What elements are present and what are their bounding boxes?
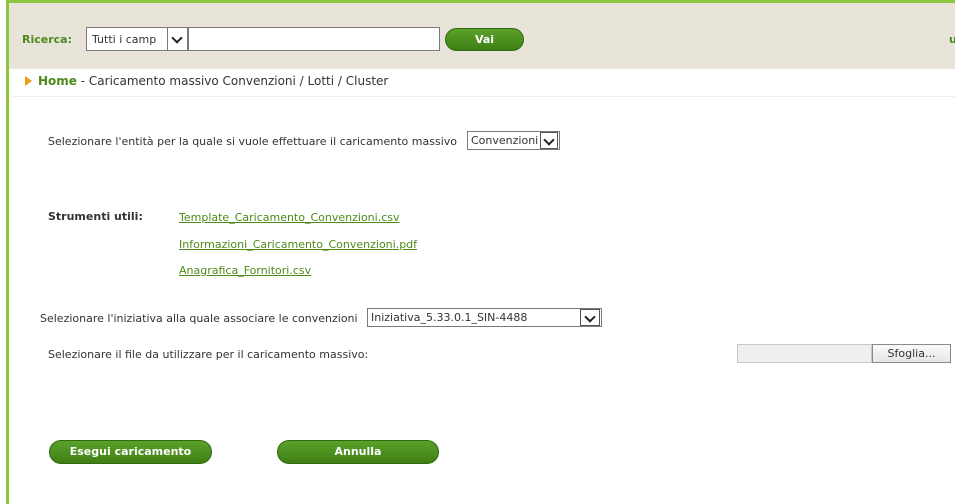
file-path-field[interactable]	[737, 344, 872, 363]
initiative-label: Selezionare l'iniziativa alla quale asso…	[40, 312, 358, 325]
breadcrumb-divider	[12, 96, 955, 97]
search-field-select[interactable]: Tutti i camp	[86, 27, 188, 51]
search-field-select-value: Tutti i camp	[92, 33, 157, 46]
browse-button[interactable]: Sfoglia...	[872, 344, 951, 363]
entity-select-value: Convenzioni	[471, 134, 539, 147]
entity-label: Selezionare l'entità per la quale si vuo…	[48, 135, 457, 148]
template-csv-link[interactable]: Template_Caricamento_Convenzioni.csv	[179, 211, 399, 224]
search-input[interactable]	[188, 27, 440, 51]
execute-upload-button[interactable]: Esegui caricamento	[49, 440, 212, 464]
breadcrumb-current: Caricamento massivo Convenzioni / Lotti …	[88, 74, 389, 88]
initiative-select-value: Iniziativa_5.33.0.1_SIN-4488	[371, 311, 528, 324]
search-label: Ricerca:	[22, 33, 72, 46]
entity-select[interactable]: Convenzioni	[467, 131, 560, 150]
search-bar: Ricerca: Tutti i camp Vai un	[9, 3, 955, 69]
header-right-text[interactable]: un	[949, 33, 955, 46]
breadcrumb: Home - Caricamento massivo Convenzioni /…	[25, 74, 389, 88]
initiative-select[interactable]: Iniziativa_5.33.0.1_SIN-4488	[367, 308, 602, 327]
breadcrumb-home-link[interactable]: Home	[38, 74, 77, 88]
suppliers-csv-link[interactable]: Anagrafica_Fornitori.csv	[179, 264, 311, 277]
info-pdf-link[interactable]: Informazioni_Caricamento_Convenzioni.pdf	[179, 238, 417, 251]
cancel-button[interactable]: Annulla	[277, 440, 439, 464]
breadcrumb-separator: -	[76, 74, 89, 88]
file-label: Selezionare il file da utilizzare per il…	[48, 348, 369, 361]
chevron-down-icon[interactable]	[167, 28, 187, 50]
chevron-down-icon[interactable]	[540, 132, 558, 149]
breadcrumb-arrow-icon	[25, 76, 32, 86]
chevron-down-icon[interactable]	[580, 309, 600, 326]
search-go-button[interactable]: Vai	[445, 28, 524, 51]
tools-label: Strumenti utili:	[48, 210, 143, 223]
